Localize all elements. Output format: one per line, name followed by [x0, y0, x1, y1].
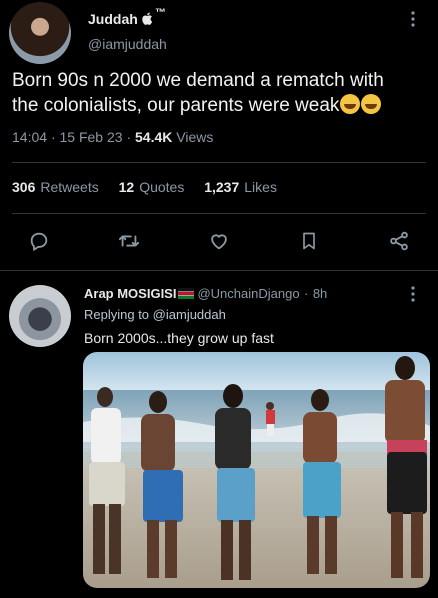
reply-time[interactable]: 8h	[313, 286, 327, 301]
tweet-text-line-2-text: the colonialists, our parents were weak	[12, 95, 340, 116]
divider	[12, 213, 426, 214]
bookmark-icon[interactable]	[296, 228, 322, 254]
retweets-label[interactable]: Retweets	[40, 179, 98, 195]
author-avatar[interactable]	[9, 2, 71, 64]
replying-to: Replying to @iamjuddah	[84, 307, 226, 322]
retweet-icon[interactable]	[116, 228, 142, 254]
tweet-text-line-2: the colonialists, our parents were weak	[12, 93, 432, 118]
replying-prefix: Replying to	[84, 307, 150, 322]
tweet-stats: 306 Retweets 12 Quotes 1,237 Likes	[12, 179, 293, 195]
more-vertical-icon[interactable]	[410, 285, 416, 306]
reply-author-avatar[interactable]	[9, 285, 71, 347]
reply-text: Born 2000s...they grow up fast	[84, 330, 274, 346]
author-handle[interactable]: @iamjuddah	[88, 36, 167, 52]
tweet-text-line-1: Born 90s n 2000 we demand a rematch with	[12, 70, 384, 91]
author-name-row: Juddah ™	[88, 7, 166, 29]
beach-photo-illustration	[83, 352, 430, 588]
retweets-count[interactable]: 306	[12, 179, 35, 195]
replying-to-handle[interactable]: @iamjuddah	[153, 307, 226, 322]
tweet-date[interactable]: 15 Feb 23	[60, 129, 123, 145]
meta-separator: ·	[126, 129, 136, 145]
quotes-count[interactable]: 12	[119, 179, 135, 195]
likes-label[interactable]: Likes	[244, 179, 277, 195]
reply-header: Arap MOSIGISI @UnchainDjango · 8h	[84, 285, 327, 303]
reply-photo[interactable]	[83, 352, 430, 588]
views-count: 54.4K	[135, 129, 173, 145]
likes-count[interactable]: 1,237	[204, 179, 239, 195]
meta-separator: ·	[50, 129, 60, 145]
divider	[12, 162, 426, 163]
divider	[0, 270, 438, 271]
rofl-emoji-icon	[361, 94, 382, 114]
author-badge: ™	[155, 7, 166, 19]
quotes-label[interactable]: Quotes	[139, 179, 184, 195]
tweet-meta: 14:04 · 15 Feb 23 · 54.4K Views	[12, 129, 213, 145]
tweet-text: Born 90s n 2000 we demand a rematch with…	[12, 68, 432, 118]
reply-author-handle[interactable]: @UnchainDjango	[197, 286, 299, 301]
like-icon[interactable]	[206, 228, 232, 254]
rofl-emoji-icon	[340, 94, 361, 114]
person-figure	[266, 402, 275, 436]
more-vertical-icon[interactable]	[410, 10, 416, 31]
reply-icon[interactable]	[26, 228, 52, 254]
author-name[interactable]: Juddah	[88, 11, 138, 27]
tweet-time[interactable]: 14:04	[12, 129, 47, 145]
reply-author-name[interactable]: Arap MOSIGISI	[84, 286, 176, 301]
share-icon[interactable]	[386, 228, 412, 254]
views-label: Views	[176, 129, 214, 145]
reply-separator: ·	[304, 286, 309, 301]
apple-icon	[142, 12, 153, 30]
kenya-flag-icon	[178, 288, 195, 299]
